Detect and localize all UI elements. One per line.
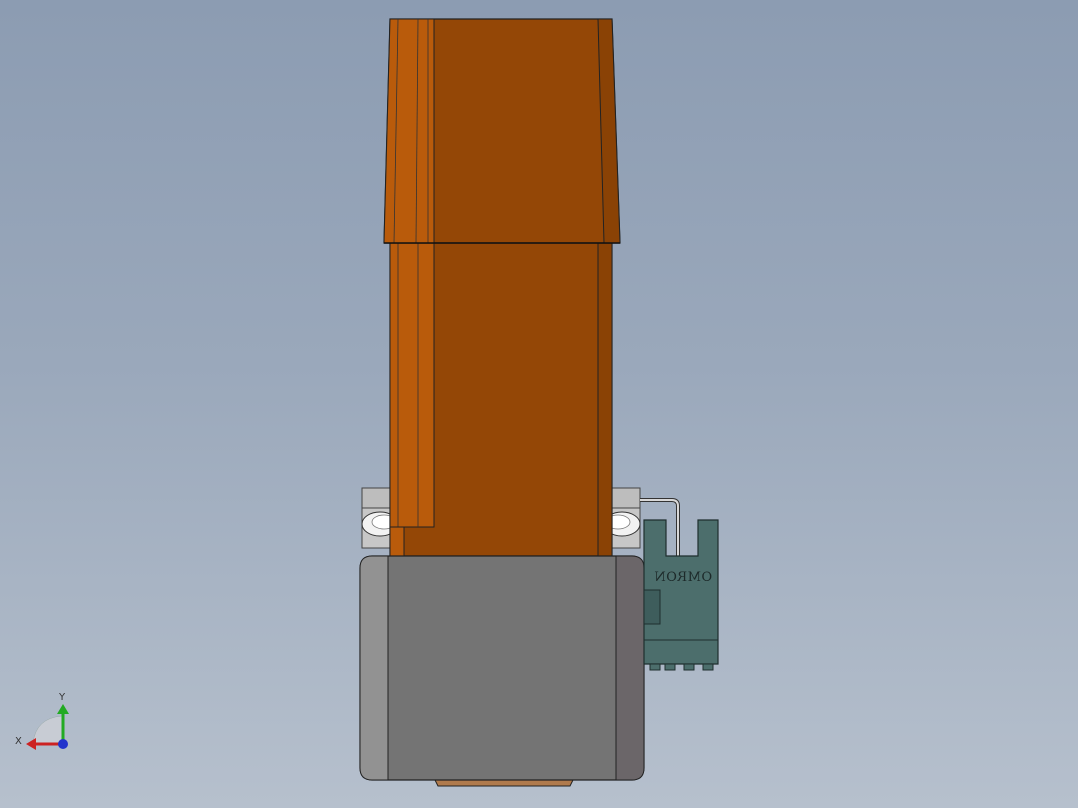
- cad-model-view[interactable]: OMRON Y X: [0, 0, 1078, 808]
- triad-y-label: Y: [58, 692, 66, 703]
- graphics-viewport[interactable]: OMRON Y X: [0, 0, 1078, 808]
- upper-housing: [383, 18, 621, 557]
- triad-x-label: X: [15, 736, 22, 747]
- sensor-brand-text: OMRON: [654, 570, 712, 585]
- coordinate-triad[interactable]: Y X: [15, 692, 69, 750]
- triad-z-axis: [58, 739, 68, 749]
- motor-body: [359, 555, 645, 781]
- triad-sphere: [32, 715, 63, 744]
- sensor-bracket: OMRON: [643, 519, 719, 671]
